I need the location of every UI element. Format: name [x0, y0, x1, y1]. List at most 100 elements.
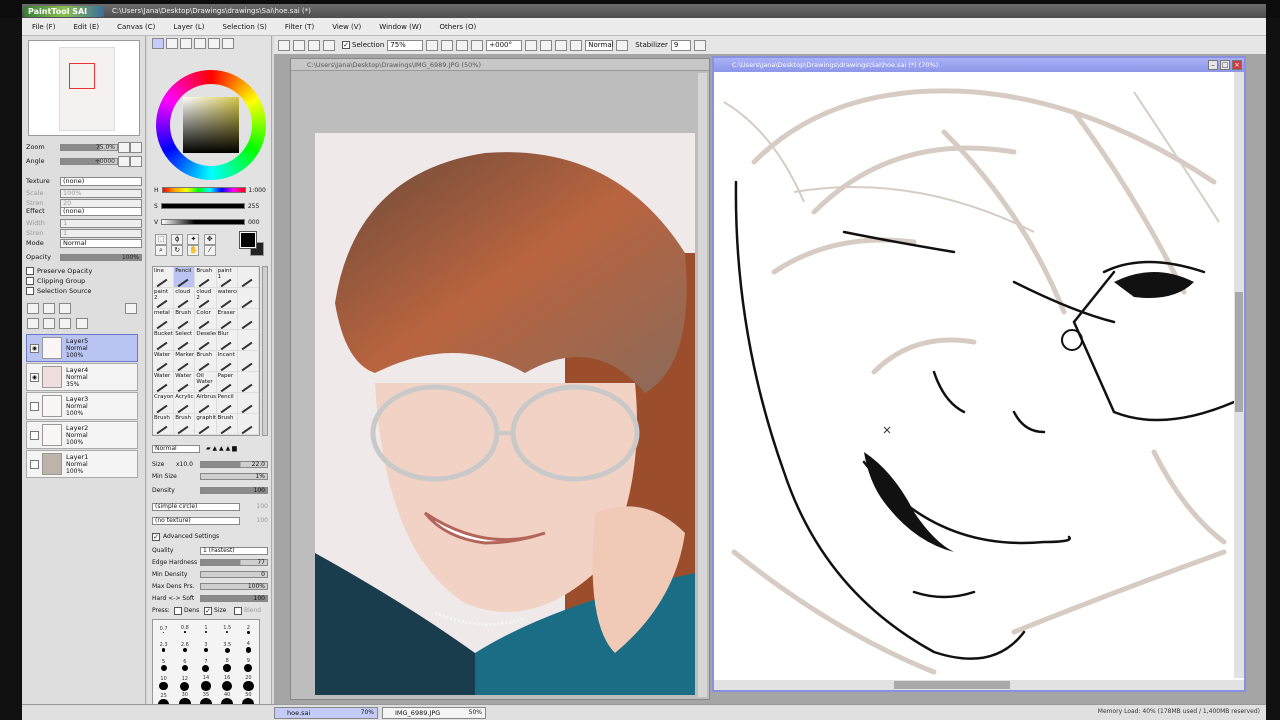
delete-layer-button[interactable] [75, 318, 88, 329]
brush-slot[interactable] [237, 351, 259, 372]
navigator-preview[interactable] [28, 40, 140, 136]
advanced-settings-checkbox[interactable]: ✓ [152, 532, 160, 541]
size-preset[interactable]: 7 [195, 656, 216, 674]
brush-slot[interactable]: Pencil [216, 393, 238, 414]
rotate-reset-button[interactable] [555, 39, 568, 51]
brush-slot[interactable]: Acrylic [174, 393, 196, 414]
clipping-group-checkbox[interactable] [26, 277, 34, 285]
lasso-icon[interactable]: ϕ [171, 234, 184, 245]
copy-layer-button[interactable] [27, 318, 39, 329]
brush-slot[interactable]: Water [153, 372, 175, 393]
canvas-tab-hoe[interactable]: hoe.sai 70% [274, 707, 378, 719]
brush-slot[interactable]: Oil Water [195, 372, 217, 393]
close-icon[interactable]: × [1232, 60, 1242, 70]
size-preset[interactable]: 2 [238, 620, 259, 638]
brush-slot[interactable]: Bucket [153, 330, 175, 351]
nav-angle-slider[interactable]: +0000 [60, 157, 118, 165]
size-preset[interactable]: 0.7 [153, 620, 174, 638]
selection-checkbox[interactable]: ✓ [342, 41, 350, 49]
zoom-select[interactable]: 75% [387, 39, 424, 51]
size-preset[interactable]: 12 [174, 674, 195, 692]
brush-slot[interactable]: Brush [174, 309, 196, 330]
menu-selection[interactable]: Selection (S) [223, 23, 267, 31]
invert-selection-button[interactable] [323, 39, 335, 51]
drawing-canvas[interactable] [714, 72, 1234, 678]
rotate-left-button[interactable] [525, 39, 538, 51]
rotate-icon[interactable]: ↻ [171, 245, 184, 256]
brush-shape-icons[interactable]: ▰ ▲ ▲ ▲ ▆ [206, 445, 237, 452]
brush-slot[interactable]: Deselect [195, 330, 217, 351]
nav-angle-plus[interactable] [130, 155, 142, 167]
new-folder-button[interactable] [59, 303, 72, 314]
texture-select[interactable]: (none) [60, 176, 142, 186]
swatches-tab[interactable] [208, 38, 220, 49]
density-slider[interactable]: 100 [200, 487, 268, 494]
brush-slot[interactable]: Eraser [216, 309, 238, 330]
brush-slot[interactable]: Pencil [174, 267, 196, 288]
drawing-horizontal-scrollbar[interactable] [714, 680, 1244, 690]
zoom-fit-button[interactable] [471, 39, 484, 51]
size-preset[interactable]: 0.8 [174, 620, 195, 638]
nav-zoom-plus[interactable] [130, 141, 142, 153]
brush-slot[interactable]: paint 2 [153, 288, 175, 309]
reference-photo[interactable] [315, 133, 695, 695]
size-mult[interactable]: x10.0 [176, 461, 200, 468]
size-preset[interactable]: 2.3 [153, 638, 174, 656]
size-preset[interactable]: 8 [217, 656, 238, 674]
saturation-value-square[interactable] [183, 97, 239, 153]
brush-slot[interactable]: Airbrush [195, 393, 217, 414]
selection-source-row[interactable]: Selection Source [26, 286, 142, 296]
layer-item-5[interactable]: ◉ Layer5 Normal 100% [26, 334, 138, 362]
size-slider[interactable]: 22.0 [200, 461, 268, 468]
brush-slot[interactable]: graphite [195, 414, 217, 435]
merge-down-button[interactable] [43, 318, 56, 329]
layer-visibility-icon[interactable]: ◉ [30, 343, 39, 353]
menu-layer[interactable]: Layer (L) [173, 23, 204, 31]
brush-slot[interactable]: Color [195, 309, 217, 330]
size-preset[interactable]: 9 [238, 656, 259, 674]
menu-view[interactable]: View (V) [332, 23, 361, 31]
menu-canvas[interactable]: Canvas (C) [117, 23, 155, 31]
size-preset[interactable]: 1.5 [217, 620, 238, 638]
brush-slot[interactable]: Crayon [153, 393, 175, 414]
brush-slot[interactable]: Incant [216, 351, 238, 372]
size-preset[interactable]: 10 [153, 674, 174, 692]
reference-vertical-scrollbar[interactable] [698, 73, 707, 697]
selection-toggle[interactable]: ✓ Selection [342, 41, 384, 49]
nav-zoom-slider[interactable]: 75.0% [60, 143, 118, 151]
navigator-view-rect[interactable] [69, 63, 95, 89]
brush-slot[interactable]: Brush [153, 414, 175, 435]
brush-slot[interactable]: Blur [216, 330, 238, 351]
size-preset[interactable]: 4 [238, 638, 259, 656]
brush-slot[interactable]: paint 1 [216, 267, 238, 288]
brush-slot[interactable]: watercol [216, 288, 238, 309]
brush-grid-scrollbar[interactable] [262, 266, 268, 436]
color-wheel[interactable] [156, 70, 266, 180]
press-dens-checkbox[interactable] [174, 606, 182, 615]
brush-slot[interactable]: line [153, 267, 175, 288]
scratchpad-tab[interactable] [222, 38, 234, 49]
size-preset[interactable]: 5 [153, 656, 174, 674]
brush-slot[interactable] [237, 414, 259, 435]
layer-item-2[interactable]: Layer2 Normal 100% [26, 421, 138, 449]
value-slider[interactable] [161, 219, 246, 225]
brush-slot[interactable]: Brush [195, 267, 217, 288]
hue-slider[interactable] [161, 187, 246, 193]
clear-layer-button[interactable] [59, 318, 72, 329]
maximize-icon[interactable]: □ [1220, 60, 1230, 70]
layer-mode-select[interactable]: Normal [60, 238, 142, 248]
menu-window[interactable]: Window (W) [379, 23, 421, 31]
minimize-icon[interactable]: – [1208, 60, 1218, 70]
drawing-horizontal-scroll-thumb[interactable] [894, 681, 1010, 689]
brush-slot[interactable] [237, 309, 259, 330]
canvas-tab-img[interactable]: IMG_6989.JPG 50% [382, 707, 486, 719]
min-size-slider[interactable]: 1% [200, 473, 268, 480]
flip-button[interactable] [570, 39, 583, 51]
layer-visibility-icon[interactable]: ◉ [30, 372, 39, 382]
zoom-out-button[interactable] [426, 39, 439, 51]
brush-slot[interactable]: Marker [174, 351, 196, 372]
layer-visibility-icon[interactable] [30, 430, 39, 440]
mode-select[interactable]: Normal [585, 39, 614, 51]
nav-angle-minus[interactable] [118, 155, 130, 167]
zoom-in-button[interactable] [441, 39, 454, 51]
